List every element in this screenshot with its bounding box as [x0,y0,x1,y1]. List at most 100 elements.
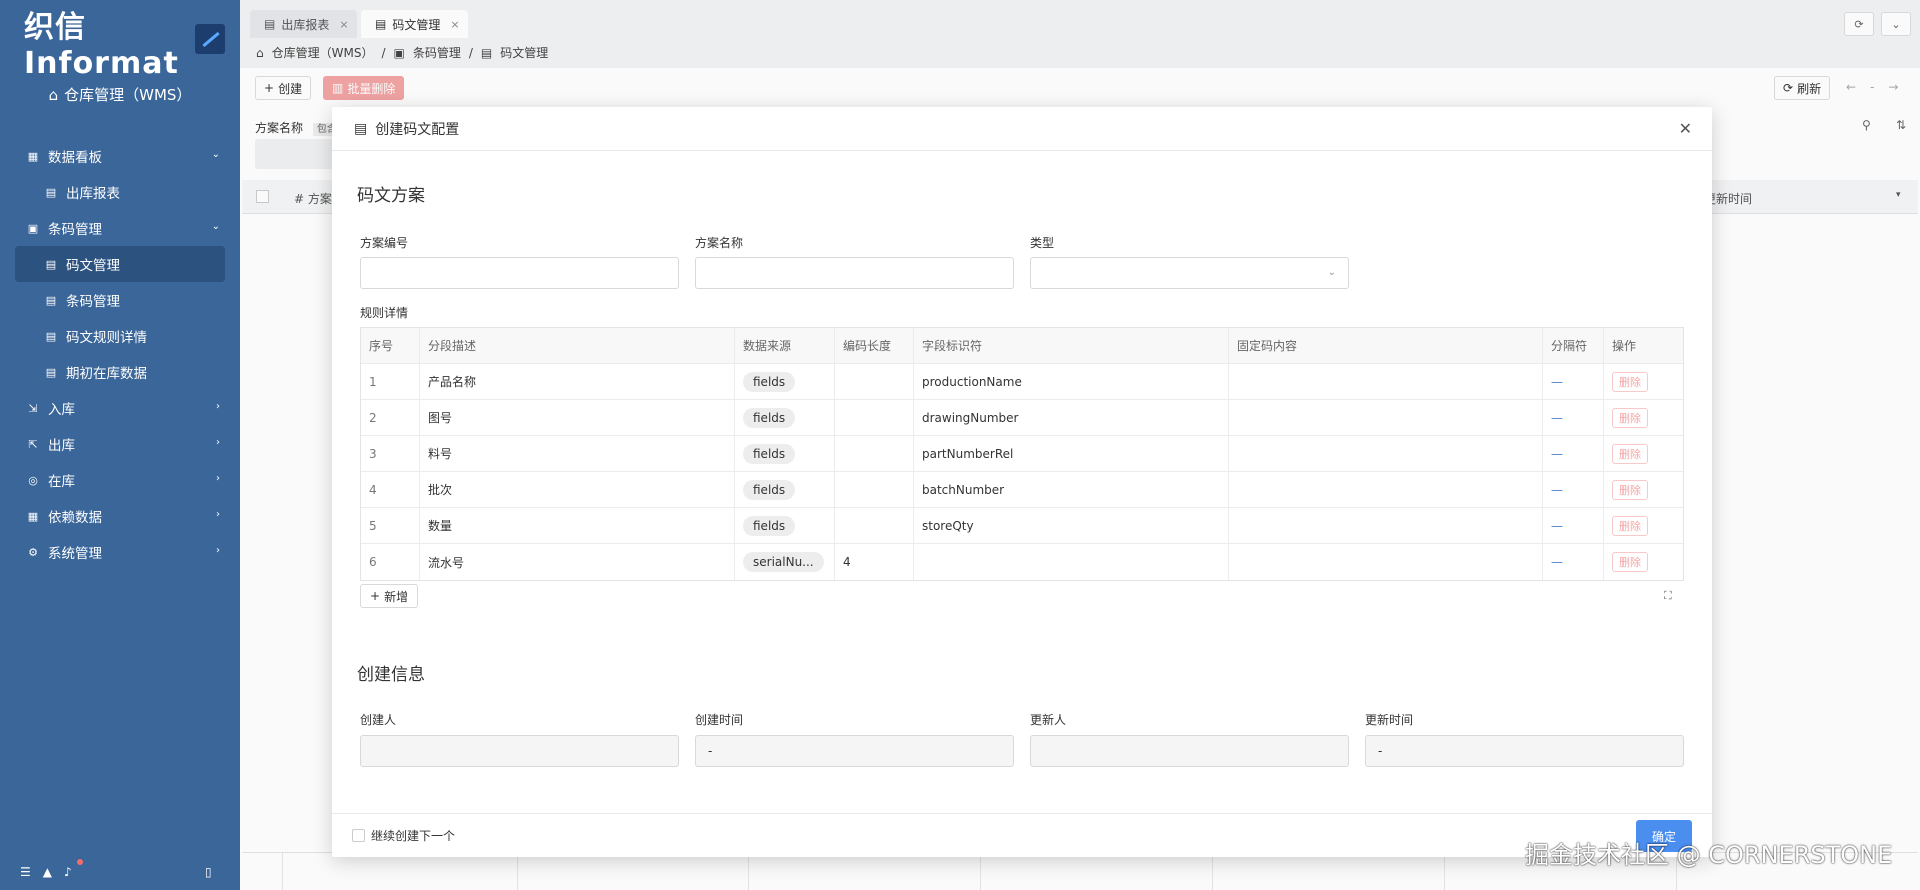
table-row: 4 批次 fields batchNumber — 删除 [361,471,1683,508]
row-fixed[interactable] [1229,399,1543,436]
dashboard-icon: ▦ [27,149,39,163]
row-source[interactable]: fields [735,399,835,436]
row-separator[interactable]: — [1543,507,1604,544]
row-length[interactable] [835,435,914,472]
bell-icon[interactable]: ♪ [64,865,72,879]
sidebar-item-outbound-report[interactable]: ▤ 出库报表 [0,174,240,210]
sidebar: 织信 Informat ⌂ 仓库管理（WMS） ▦ 数据看板 ⌄ ▤ 出库报表 … [0,0,240,890]
row-separator[interactable]: — [1543,363,1604,400]
row-field[interactable] [914,544,1229,580]
row-field[interactable]: storeQty [914,507,1229,544]
delete-row-button[interactable]: 删除 [1612,407,1648,428]
delete-row-button[interactable]: 删除 [1612,371,1648,392]
add-row-label: 新增 [384,589,409,604]
row-action: 删除 [1604,364,1683,400]
sidebar-item-dependency-data[interactable]: ▦ 依赖数据 › [0,498,240,534]
sidebar-item-label: 码文管理 [66,258,120,274]
sidebar-item-code-rule-detail[interactable]: ▤ 码文规则详情 [0,318,240,354]
row-length[interactable] [835,363,914,400]
sidebar-item-barcode-group[interactable]: ▣ 条码管理 ⌄ [0,210,240,246]
sidebar-nav: ▦ 数据看板 ⌄ ▤ 出库报表 ▣ 条码管理 ⌄ ▤ 码文管理 ▤ 条码管理 ▤… [0,138,240,570]
add-row-button[interactable]: + 新增 [360,584,419,608]
row-field[interactable]: productionName [914,363,1229,400]
row-source[interactable]: fields [735,363,835,400]
row-desc[interactable]: 数量 [420,507,735,544]
row-separator[interactable]: — [1543,435,1604,472]
sidebar-item-initial-stock[interactable]: ▤ 期初在库数据 [0,354,240,390]
sidebar-collapse-icon[interactable]: ▯ [205,865,212,879]
delete-row-button[interactable]: 删除 [1612,552,1648,572]
app-title[interactable]: ⌂ 仓库管理（WMS） [0,84,240,105]
row-desc[interactable]: 批次 [420,471,735,508]
row-length[interactable] [835,507,914,544]
row-source[interactable]: fields [735,435,835,472]
scheme-code-input[interactable] [360,257,679,289]
row-field[interactable]: partNumberRel [914,435,1229,472]
row-length[interactable] [835,399,914,436]
row-separator[interactable]: — [1543,399,1604,436]
chevron-down-icon: ⌄ [211,221,220,232]
row-fixed[interactable] [1229,363,1543,400]
table-row: 2 图号 fields drawingNumber — 删除 [361,399,1683,436]
row-field[interactable]: drawingNumber [914,399,1229,436]
update-time-label: 更新时间 [1365,713,1414,727]
row-no: 4 [361,471,420,508]
row-length[interactable]: 4 [835,544,914,580]
sidebar-item-label: 系统管理 [48,546,102,562]
continue-create-checkbox[interactable] [352,829,365,842]
home-icon: ⌂ [48,85,59,104]
alert-icon[interactable]: ▲ [43,865,52,879]
rules-label: 规则详情 [360,306,409,320]
row-fixed[interactable] [1229,507,1543,544]
row-fixed[interactable] [1229,544,1543,580]
inbound-icon: ⇲ [28,401,38,415]
chevron-down-icon: ⌄ [211,149,220,160]
row-source[interactable]: fields [735,507,835,544]
delete-row-button[interactable]: 删除 [1612,515,1648,536]
section-title-create-info: 创建信息 [357,665,425,685]
type-select[interactable]: ⌄ [1030,257,1349,289]
table-row: 6 流水号 serialNu... 4 — 删除 [361,544,1683,580]
sidebar-item-in-stock[interactable]: ◎ 在库 › [0,462,240,498]
app-title-label: 仓库管理（WMS） [64,86,192,104]
row-desc[interactable]: 图号 [420,399,735,436]
menu-icon[interactable]: ☰ [20,865,31,879]
row-source[interactable]: fields [735,471,835,508]
scheme-name-input[interactable] [695,257,1014,289]
sidebar-item-code-management[interactable]: ▤ 码文管理 [15,246,225,282]
fullscreen-icon[interactable]: ⛶ [1664,589,1672,603]
row-desc[interactable]: 产品名称 [420,363,735,400]
updater-label: 更新人 [1030,713,1067,727]
row-source[interactable]: serialNu... [735,544,835,580]
separator-value: — [1551,555,1563,569]
row-length[interactable] [835,471,914,508]
delete-row-button[interactable]: 删除 [1612,479,1648,500]
sidebar-item-inbound[interactable]: ⇲ 入库 › [0,390,240,426]
sidebar-item-label: 数据看板 [48,150,102,166]
sidebar-item-label: 期初在库数据 [66,366,147,382]
source-pill: fields [743,407,796,428]
sidebar-item-barcode-management[interactable]: ▤ 条码管理 [0,282,240,318]
sidebar-item-label: 码文规则详情 [66,330,147,346]
row-fixed[interactable] [1229,471,1543,508]
sidebar-item-outbound[interactable]: ⇱ 出库 › [0,426,240,462]
row-desc[interactable]: 流水号 [420,544,735,580]
separator-value: — [1551,374,1563,389]
row-field[interactable]: batchNumber [914,471,1229,508]
chevron-right-icon: › [216,473,220,484]
row-desc[interactable]: 料号 [420,435,735,472]
row-separator[interactable]: — [1543,544,1604,580]
sidebar-item-system-management[interactable]: ⚙ 系统管理 › [0,534,240,570]
source-pill: fields [743,443,796,464]
delete-row-button[interactable]: 删除 [1612,443,1648,464]
row-no: 3 [361,435,420,472]
continue-create-label[interactable]: 继续创建下一个 [371,827,455,844]
sidebar-item-dashboard[interactable]: ▦ 数据看板 ⌄ [0,138,240,174]
modal-header: ▤ 创建码文配置 [332,107,1712,151]
row-fixed[interactable] [1229,435,1543,472]
database-icon: ◎ [28,473,38,487]
grid-header-cell: 操作 [1612,339,1637,353]
close-icon[interactable]: ✕ [1679,119,1692,138]
separator-value: — [1551,482,1563,497]
row-separator[interactable]: — [1543,471,1604,508]
